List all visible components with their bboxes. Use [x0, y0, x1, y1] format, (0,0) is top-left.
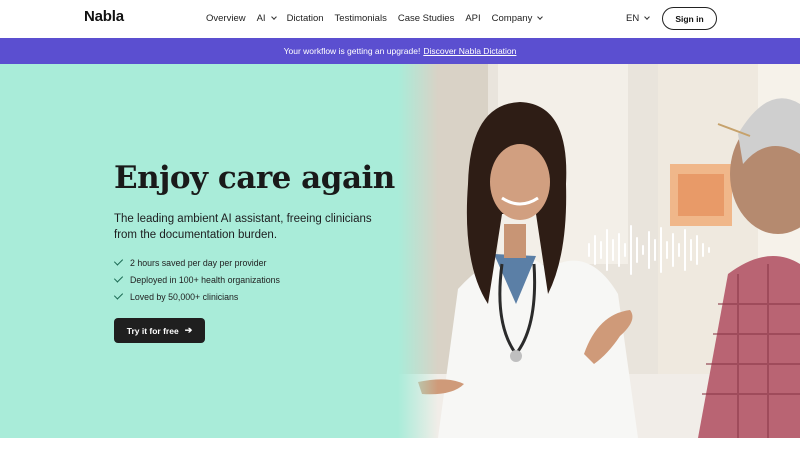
nav-item-company[interactable]: Company — [491, 13, 544, 24]
check-icon — [113, 273, 124, 283]
top-navigation: Nabla Overview AI Dictation Testimonials… — [0, 0, 800, 38]
nabla-logo[interactable]: Nabla — [84, 8, 124, 25]
chevron-down-icon — [644, 14, 651, 20]
list-item: Loved by 50,000+ clinicians — [113, 288, 280, 305]
nav-item-label: Dictation — [286, 13, 324, 24]
nav-item-overview[interactable]: Overview — [206, 13, 246, 24]
benefit-text: 2 hours saved per day per provider — [130, 257, 267, 268]
try-for-free-button[interactable]: Try it for free ➔ — [114, 318, 205, 343]
nav-item-api[interactable]: API — [465, 13, 480, 24]
nav-item-label: AI — [256, 13, 266, 24]
nav-item-label: Testimonials — [334, 13, 387, 24]
cta-label: Try it for free — [126, 325, 179, 336]
nav-item-label: API — [465, 13, 481, 24]
hero-section: Enjoy care again The leading ambient AI … — [0, 64, 800, 438]
benefit-text: Loved by 50,000+ clinicians — [130, 291, 239, 302]
list-item: Deployed in 100+ health organizations — [113, 271, 280, 288]
hero-headline: Enjoy care again — [114, 160, 395, 196]
language-selector[interactable]: EN — [626, 13, 651, 24]
nav-links: Overview AI Dictation Testimonials Case … — [206, 13, 553, 24]
audio-waveform-icon — [588, 225, 710, 275]
announcement-banner: Your workflow is getting an upgrade! Dis… — [0, 38, 800, 64]
banner-text: Your workflow is getting an upgrade! — [283, 46, 421, 56]
photo-fade — [398, 64, 438, 438]
nav-item-case-studies[interactable]: Case Studies — [398, 13, 455, 24]
list-item: 2 hours saved per day per provider — [113, 254, 280, 271]
sign-in-button[interactable]: Sign in — [662, 7, 717, 30]
nav-item-label: Case Studies — [397, 13, 455, 24]
nav-item-label: Company — [491, 13, 533, 24]
banner-link[interactable]: Discover Nabla Dictation — [423, 46, 516, 56]
language-label: EN — [626, 13, 640, 24]
chevron-down-icon — [270, 14, 277, 20]
nav-item-ai[interactable]: AI — [256, 13, 277, 24]
nav-item-label: Overview — [206, 13, 246, 24]
hero-subline: The leading ambient AI assistant, freein… — [114, 213, 372, 241]
benefit-list: 2 hours saved per day per provider Deplo… — [113, 254, 280, 305]
arrow-right-icon: ➔ — [184, 325, 193, 335]
nav-item-testimonials[interactable]: Testimonials — [335, 13, 387, 24]
benefit-text: Deployed in 100+ health organizations — [130, 274, 280, 285]
chevron-down-icon — [537, 14, 544, 20]
check-icon — [113, 256, 124, 266]
nav-item-dictation[interactable]: Dictation — [287, 13, 324, 24]
check-icon — [113, 290, 124, 300]
